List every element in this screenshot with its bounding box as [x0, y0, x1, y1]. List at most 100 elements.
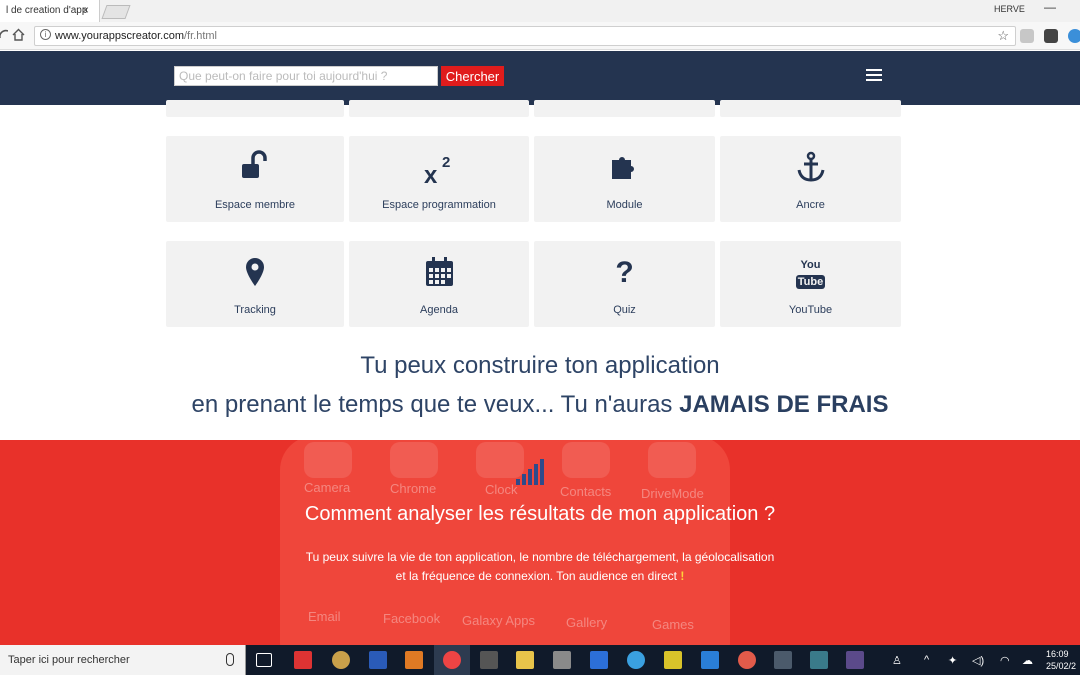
youtube-app-icon[interactable] — [294, 651, 312, 669]
app-icon-bg — [390, 442, 438, 478]
feature-card-espace-membre[interactable]: Espace membre — [166, 136, 344, 222]
app-icon-bg — [562, 442, 610, 478]
media-app-icon[interactable] — [810, 651, 828, 669]
taskbar-search-text: Taper ici pour rechercher — [8, 654, 130, 666]
feature-card-hidden[interactable] — [534, 100, 715, 117]
analytics-text-line2: et la fréquence de connexion. Ton audien… — [0, 569, 1080, 583]
home-app-icon[interactable] — [738, 651, 756, 669]
people-icon[interactable]: ♙ — [892, 654, 902, 667]
url-text: www.yourappscreator.com/fr.html — [55, 30, 217, 42]
aperture-app-icon[interactable] — [332, 651, 350, 669]
headline-bold: JAMAIS DE FRAIS — [679, 391, 889, 418]
cloud-extension-icon[interactable] — [1020, 29, 1034, 43]
reload-icon[interactable] — [0, 28, 9, 45]
headline-prefix: en prenant le temps que te veux... Tu n'… — [191, 391, 680, 418]
bg-app-label: Gallery — [566, 615, 608, 630]
vpn-extension-icon[interactable] — [1068, 29, 1080, 43]
globe-app-icon[interactable] — [627, 651, 645, 669]
bg-app-label: DriveMode — [641, 486, 704, 501]
feature-label: Agenda — [420, 304, 458, 316]
chrome-icon[interactable] — [443, 651, 461, 669]
menu-icon[interactable] — [866, 69, 882, 81]
triangle-app-icon[interactable] — [701, 651, 719, 669]
feature-label: Espace membre — [214, 199, 296, 211]
feature-card-youtube[interactable]: You Tube YouTube — [720, 241, 901, 327]
bg-app-label: Camera — [304, 480, 351, 495]
system-clock[interactable]: 16:09 25/02/2 — [1046, 648, 1076, 672]
question-icon: ? — [609, 255, 641, 289]
analytics-exclamation: ! — [680, 569, 685, 583]
feature-label: Ancre — [796, 199, 825, 211]
url-host: www.yourappscreator.com — [55, 30, 184, 42]
feature-card-hidden[interactable] — [349, 100, 529, 117]
feature-card-quiz[interactable]: ? Quiz — [534, 241, 715, 327]
youtube-you: You — [800, 259, 821, 271]
bookmark-star-icon[interactable]: ☆ — [997, 28, 1009, 44]
microphone-icon[interactable] — [226, 653, 234, 666]
taskbar-search-box[interactable]: Taper ici pour rechercher — [0, 645, 246, 675]
bg-app-label: Facebook — [383, 611, 441, 626]
feature-label: Tracking — [234, 304, 276, 316]
chart-app-icon[interactable] — [774, 651, 792, 669]
chevron-up-icon[interactable]: ^ — [924, 654, 929, 666]
analytics-title: Comment analyser les résultats de mon ap… — [304, 503, 776, 525]
feature-card-ancre[interactable]: Ancre — [720, 136, 901, 222]
app-icon-bg — [648, 442, 696, 478]
url-field[interactable]: i www.yourappscreator.com/fr.html ☆ — [34, 26, 1016, 46]
clock-date: 25/02/2 — [1046, 661, 1077, 671]
browser-tab[interactable]: l de creation d'app × — [0, 0, 100, 22]
info-icon[interactable]: i — [40, 29, 51, 40]
task-view-icon[interactable] — [256, 653, 272, 667]
superscript-base: x — [424, 162, 438, 189]
home-icon[interactable] — [12, 28, 25, 44]
analytics-text-line1: Tu peux suivre la vie de ton application… — [305, 550, 775, 564]
search-input[interactable] — [174, 66, 438, 86]
tab-title: l de creation d'app — [6, 5, 88, 16]
analytics-section: Camera Chrome Clock Contacts DriveMode C… — [0, 440, 1080, 645]
bg-app-label: Contacts — [560, 484, 612, 499]
map-marker-icon — [239, 255, 271, 289]
cloud-tray-icon[interactable]: ☁ — [1022, 654, 1033, 667]
browser-tab-bar: l de creation d'app × HERVE — — [0, 0, 1080, 22]
unlock-icon — [239, 150, 271, 184]
signal-bars-icon — [516, 459, 544, 485]
volume-icon[interactable]: ◁) — [972, 654, 984, 667]
new-tab-button[interactable] — [101, 5, 131, 19]
headline-line1: Tu peux construire ton application — [360, 352, 720, 379]
profile-name[interactable]: HERVE — [994, 4, 1025, 14]
feature-label: Module — [606, 199, 643, 211]
network-tray-icon[interactable]: ✦ — [948, 654, 957, 667]
superscript-icon: x 2 — [422, 150, 456, 189]
minimize-icon[interactable]: — — [1044, 0, 1056, 14]
search-button[interactable]: Chercher — [441, 66, 504, 86]
feature-card-agenda[interactable]: Agenda — [349, 241, 529, 327]
feature-label: Quiz — [613, 304, 636, 316]
question-glyph: ? — [615, 256, 634, 289]
calendar-icon — [423, 255, 455, 289]
v-app-icon[interactable] — [664, 651, 682, 669]
taskbar: Taper ici pour rechercher ♙ ^ ✦ ◁) ◠ ☁ 1… — [0, 645, 1080, 675]
wifi-icon[interactable]: ◠ — [1000, 654, 1010, 667]
feature-card-hidden[interactable] — [166, 100, 344, 117]
feature-card-tracking[interactable]: Tracking — [166, 241, 344, 327]
shield-extension-icon[interactable] — [1044, 29, 1058, 43]
sigma2-app-icon[interactable] — [846, 651, 864, 669]
folder-icon[interactable] — [516, 651, 534, 669]
feature-label: Espace programmation — [382, 199, 496, 211]
analytics-line2-text: et la fréquence de connexion. Ton audien… — [395, 569, 681, 583]
sigma-app-icon[interactable] — [480, 651, 498, 669]
bg-app-label: Email — [308, 609, 341, 624]
editor-app-icon[interactable] — [405, 651, 423, 669]
word-icon[interactable] — [590, 651, 608, 669]
headline-line2: en prenant le temps que te veux... Tu n'… — [0, 391, 1080, 419]
youtube-tube: Tube — [795, 275, 826, 289]
feature-card-hidden[interactable] — [720, 100, 901, 117]
image-app-icon[interactable] — [553, 651, 571, 669]
bg-app-label: Chrome — [390, 481, 437, 496]
feature-card-espace-programmation[interactable]: x 2 Espace programmation — [349, 136, 529, 222]
app-icon-bg — [304, 442, 352, 478]
feature-card-module[interactable]: Module — [534, 136, 715, 222]
b-app-icon[interactable] — [369, 651, 387, 669]
tab-close-icon[interactable]: × — [82, 3, 89, 17]
anchor-icon — [795, 150, 827, 184]
